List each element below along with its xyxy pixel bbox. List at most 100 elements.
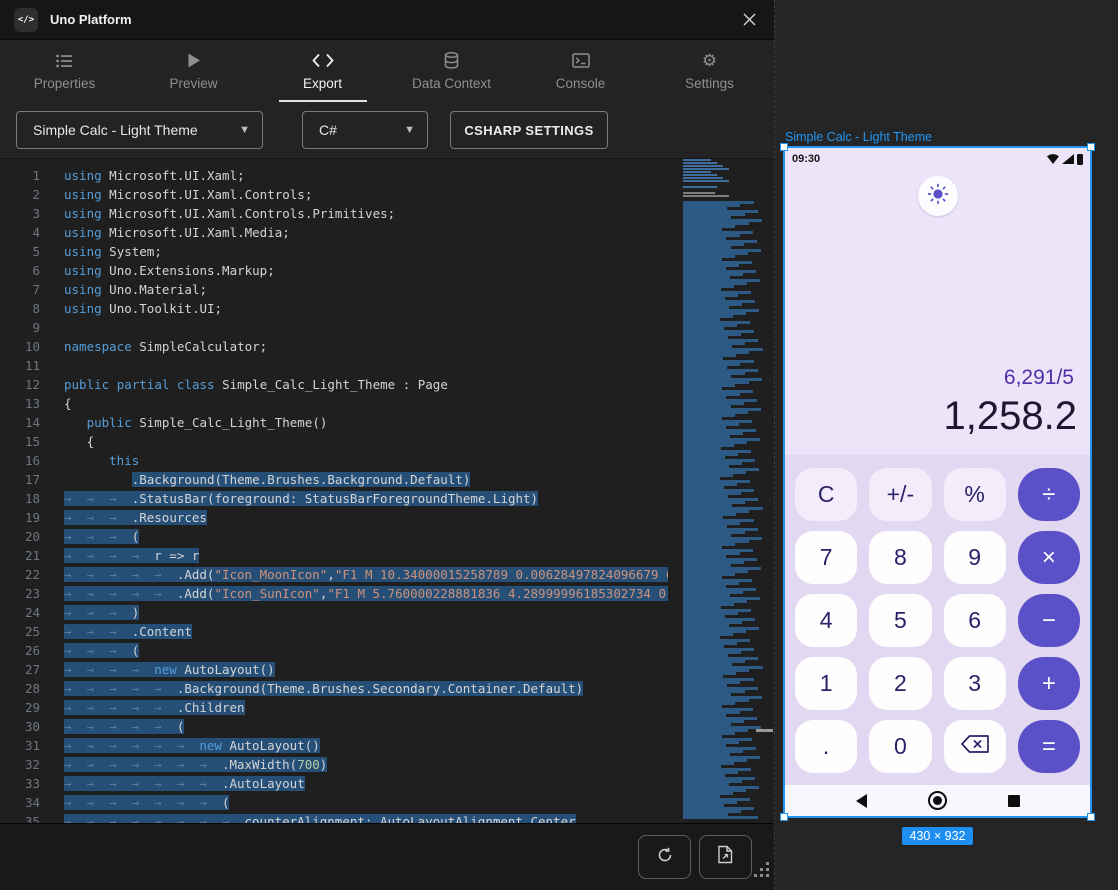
calc-key-1[interactable]: 1 xyxy=(795,657,857,710)
code-line[interactable]: 34→→→→→→→( xyxy=(0,793,668,812)
line-number[interactable]: 6 xyxy=(0,261,40,280)
code-line[interactable]: 32→→→→→→→.MaxWidth(700) xyxy=(0,755,668,774)
line-number[interactable]: 30 xyxy=(0,717,40,736)
line-number[interactable]: 16 xyxy=(0,451,40,470)
line-number[interactable]: 25 xyxy=(0,622,40,641)
code-line[interactable]: 16 this xyxy=(0,451,668,470)
calc-key-=[interactable]: = xyxy=(1018,720,1080,773)
code-line[interactable]: 27→→→→new AutoLayout() xyxy=(0,660,668,679)
line-number[interactable]: 17 xyxy=(0,470,40,489)
line-number[interactable]: 35 xyxy=(0,812,40,823)
line-number[interactable]: 7 xyxy=(0,280,40,299)
line-number[interactable]: 5 xyxy=(0,242,40,261)
line-number[interactable]: 23 xyxy=(0,584,40,603)
calc-key-backspace[interactable] xyxy=(944,720,1006,773)
code-line[interactable]: 29→→→→→.Children xyxy=(0,698,668,717)
recents-icon[interactable] xyxy=(1008,795,1020,807)
line-number[interactable]: 34 xyxy=(0,793,40,812)
calc-key-9[interactable]: 9 xyxy=(944,531,1006,584)
line-number[interactable]: 1 xyxy=(0,166,40,185)
code-line[interactable]: 24→→→) xyxy=(0,603,668,622)
minimap[interactable] xyxy=(681,159,763,823)
code-line[interactable]: 23→→→→→.Add("Icon_SunIcon","F1 M 5.76000… xyxy=(0,584,668,603)
calc-key-8[interactable]: 8 xyxy=(869,531,931,584)
code-line[interactable]: 33→→→→→→→.AutoLayout xyxy=(0,774,668,793)
home-icon[interactable] xyxy=(928,791,947,810)
tab-data-context[interactable]: Data Context xyxy=(387,40,516,102)
calc-key-6[interactable]: 6 xyxy=(944,594,1006,647)
tab-console[interactable]: Console xyxy=(516,40,645,102)
line-number[interactable]: 32 xyxy=(0,755,40,774)
calc-key-0[interactable]: 0 xyxy=(869,720,931,773)
phone-preview[interactable]: 09:30 xyxy=(783,146,1092,818)
line-number[interactable]: 9 xyxy=(0,318,40,337)
csharp-settings-button[interactable]: CSHARP SETTINGS xyxy=(450,111,608,149)
line-number[interactable]: 29 xyxy=(0,698,40,717)
calc-key-7[interactable]: 7 xyxy=(795,531,857,584)
tab-preview[interactable]: Preview xyxy=(129,40,258,102)
line-number[interactable]: 8 xyxy=(0,299,40,318)
code-line[interactable]: 11 xyxy=(0,356,668,375)
calc-key-4[interactable]: 4 xyxy=(795,594,857,647)
calc-key-5[interactable]: 5 xyxy=(869,594,931,647)
line-number[interactable]: 18 xyxy=(0,489,40,508)
calc-key-÷[interactable]: ÷ xyxy=(1018,468,1080,521)
line-number[interactable]: 10 xyxy=(0,337,40,356)
line-number[interactable]: 27 xyxy=(0,660,40,679)
code-line[interactable]: 1using Microsoft.UI.Xaml; xyxy=(0,166,668,185)
calc-key-3[interactable]: 3 xyxy=(944,657,1006,710)
code-line[interactable]: 2using Microsoft.UI.Xaml.Controls; xyxy=(0,185,668,204)
calc-key-%[interactable]: % xyxy=(944,468,1006,521)
line-number[interactable]: 31 xyxy=(0,736,40,755)
theme-select[interactable]: Simple Calc - Light Theme ▼ xyxy=(16,111,263,149)
resize-grip[interactable] xyxy=(754,862,771,884)
calc-key-C[interactable]: C xyxy=(795,468,857,521)
calc-key-.[interactable]: . xyxy=(795,720,857,773)
code-line[interactable]: 31→→→→→→new AutoLayout() xyxy=(0,736,668,755)
code-line[interactable]: 18→→→.StatusBar(foreground: StatusBarFor… xyxy=(0,489,668,508)
tab-export[interactable]: Export xyxy=(258,40,387,102)
calc-key-−[interactable]: − xyxy=(1018,594,1080,647)
export-file-button[interactable] xyxy=(699,835,752,879)
code-line[interactable]: 10namespace SimpleCalculator; xyxy=(0,337,668,356)
language-select[interactable]: C# ▼ xyxy=(302,111,428,149)
code-line[interactable]: 25→→→.Content xyxy=(0,622,668,641)
selection-handle[interactable] xyxy=(1087,813,1095,821)
line-number[interactable]: 20 xyxy=(0,527,40,546)
code-line[interactable]: 12public partial class Simple_Calc_Light… xyxy=(0,375,668,394)
back-icon[interactable] xyxy=(856,794,867,808)
code-line[interactable]: 20→→→( xyxy=(0,527,668,546)
line-number[interactable]: 4 xyxy=(0,223,40,242)
line-number[interactable]: 26 xyxy=(0,641,40,660)
code-line[interactable]: 22→→→→→.Add("Icon_MoonIcon","F1 M 10.340… xyxy=(0,565,668,584)
calc-key-+/-[interactable]: +/- xyxy=(869,468,931,521)
tab-properties[interactable]: Properties xyxy=(0,40,129,102)
code-line[interactable]: 28→→→→→.Background(Theme.Brushes.Seconda… xyxy=(0,679,668,698)
selection-handle[interactable] xyxy=(780,813,788,821)
calc-key-×[interactable]: × xyxy=(1018,531,1080,584)
selection-handle[interactable] xyxy=(780,143,788,151)
code-line[interactable]: 5using System; xyxy=(0,242,668,261)
line-number[interactable]: 12 xyxy=(0,375,40,394)
code-line[interactable]: 19→→→.Resources xyxy=(0,508,668,527)
code-line[interactable]: 13{ xyxy=(0,394,668,413)
line-number[interactable]: 28 xyxy=(0,679,40,698)
line-number[interactable]: 11 xyxy=(0,356,40,375)
code-line[interactable]: 35→→→→→→→→counterAlignment: AutoLayoutAl… xyxy=(0,812,668,823)
line-number[interactable]: 3 xyxy=(0,204,40,223)
code-line[interactable]: 17 .Background(Theme.Brushes.Background.… xyxy=(0,470,668,489)
line-number[interactable]: 24 xyxy=(0,603,40,622)
line-number[interactable]: 33 xyxy=(0,774,40,793)
code-line[interactable]: 6using Uno.Extensions.Markup; xyxy=(0,261,668,280)
line-number[interactable]: 2 xyxy=(0,185,40,204)
code-line[interactable]: 14 public Simple_Calc_Light_Theme() xyxy=(0,413,668,432)
line-number[interactable]: 13 xyxy=(0,394,40,413)
selection-handle[interactable] xyxy=(1087,143,1095,151)
refresh-button[interactable] xyxy=(638,835,691,879)
scrollbar-marker[interactable] xyxy=(756,729,773,732)
code-line[interactable]: 3using Microsoft.UI.Xaml.Controls.Primit… xyxy=(0,204,668,223)
line-number[interactable]: 15 xyxy=(0,432,40,451)
code-line[interactable]: 9 xyxy=(0,318,668,337)
code-line[interactable]: 7using Uno.Material; xyxy=(0,280,668,299)
code-line[interactable]: 15 { xyxy=(0,432,668,451)
